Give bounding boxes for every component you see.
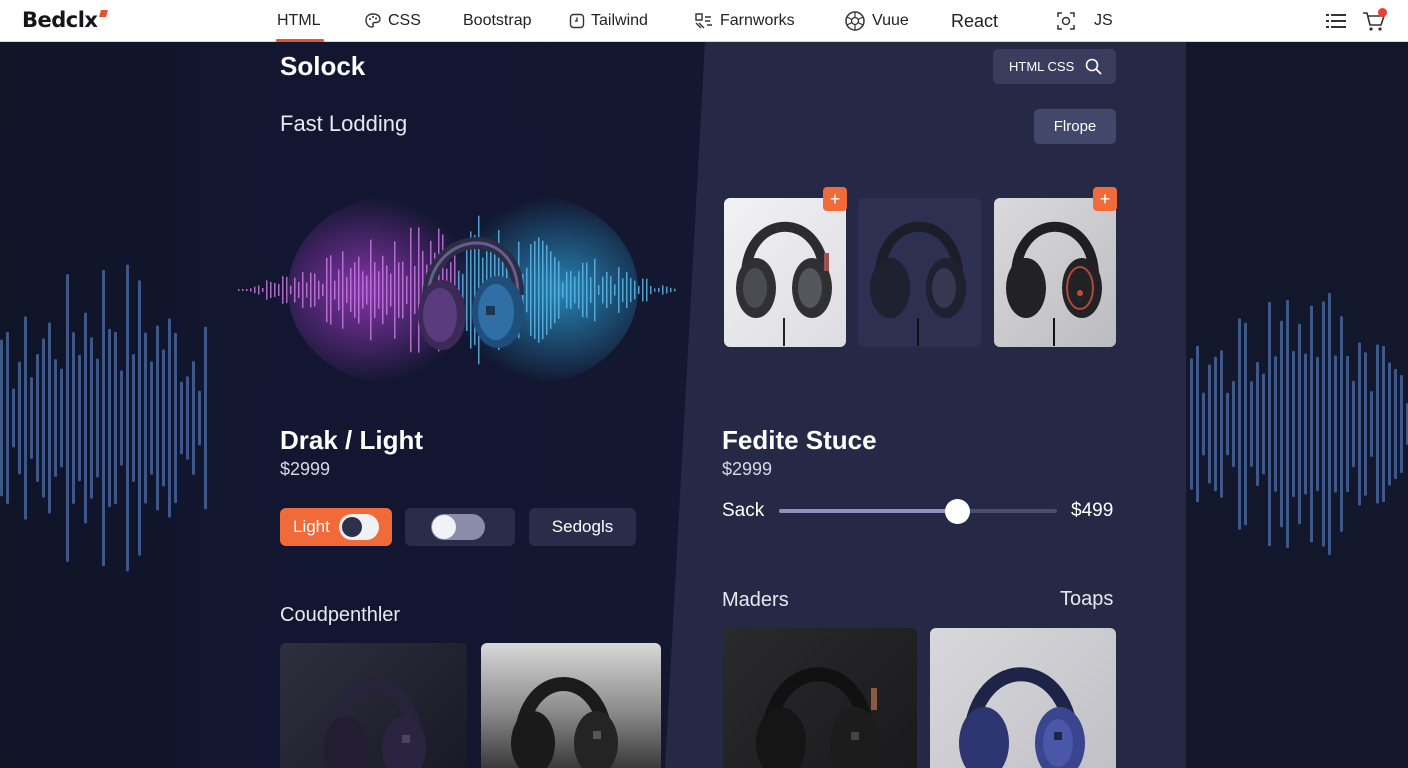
nav-item-label: HTML <box>277 12 321 29</box>
nav-item-label: Vuue <box>872 12 909 29</box>
nav-item-html[interactable]: HTML <box>277 0 321 42</box>
toggle-knob <box>342 517 362 537</box>
frameworks-icon <box>695 13 712 29</box>
price-slider-track[interactable] <box>779 509 1057 513</box>
nav-item-label: JS <box>1094 12 1113 29</box>
nav-item-tailwind[interactable]: Tailwind <box>569 0 648 42</box>
dark-mode-toggle[interactable] <box>431 514 485 540</box>
product-thumbnail-1[interactable] <box>724 198 846 347</box>
nav-item-bootstrap[interactable]: Bootstrap <box>463 0 531 42</box>
js-icon <box>1057 12 1075 30</box>
cart-notification-badge <box>1378 8 1387 17</box>
product-thumbnail-2[interactable] <box>858 198 981 347</box>
headphone-image <box>870 221 966 346</box>
light-mode-label: Light <box>293 517 330 536</box>
section-heading-right[interactable]: Toaps <box>1060 588 1113 611</box>
vue-icon <box>845 11 865 31</box>
page-subtitle: Fast Lodding <box>280 111 408 136</box>
price-slider-label: Sack <box>722 500 765 521</box>
tailwind-icon <box>569 13 585 29</box>
headphone-image <box>324 678 426 768</box>
nav-item-label: CSS <box>388 12 421 29</box>
menu-icon[interactable] <box>1326 13 1346 29</box>
settings-button[interactable]: Sedogls <box>529 508 636 546</box>
search-icon[interactable] <box>1085 58 1102 75</box>
settings-button-label: Sedogls <box>551 517 614 536</box>
product-price: $2999 <box>722 459 773 479</box>
nav-item-label: Farnworks <box>720 12 795 29</box>
hero-headphone-image <box>238 195 676 385</box>
headphone-image <box>756 667 880 768</box>
headphone-image <box>959 667 1085 768</box>
nav-item-react[interactable]: React <box>951 0 998 42</box>
product-card-monochrome[interactable] <box>481 643 661 768</box>
nav-item-css[interactable]: CSS <box>364 0 421 42</box>
headphone-image <box>1006 221 1102 346</box>
section-heading-left: Maders <box>722 589 789 611</box>
product-card-black[interactable] <box>723 628 917 768</box>
logo-mark-icon <box>99 10 108 17</box>
brand-logo[interactable]: Bedclx <box>22 8 98 32</box>
toggle-knob <box>432 515 456 539</box>
palette-icon <box>365 13 381 28</box>
price-slider-thumb[interactable] <box>944 499 970 524</box>
nav-item-label: Bootstrap <box>463 12 532 29</box>
region-button-label: Flrope <box>1053 118 1097 135</box>
price-slider-value: $499 <box>1071 500 1114 521</box>
soundwave-decoration <box>0 264 1408 572</box>
light-mode-toggle[interactable] <box>339 514 379 540</box>
product-card-blue[interactable] <box>930 628 1116 768</box>
gallery-heading: Coudpenthler <box>280 604 401 626</box>
page: Bedclx HTML CSS Bootstrap Tailwind Farnw… <box>0 0 1408 768</box>
active-nav-indicator <box>276 39 324 42</box>
price-slider-fill <box>779 509 957 513</box>
theme-price: $2999 <box>280 459 331 479</box>
page-title: Solock <box>280 51 366 81</box>
nav-item-label: Tailwind <box>591 12 648 29</box>
nav-item-label: React <box>951 10 999 31</box>
headphone-image <box>736 221 832 346</box>
nav-item-js[interactable]: JS <box>1056 0 1113 42</box>
theme-heading: Drak / Light <box>280 425 424 455</box>
product-thumbnail-3[interactable] <box>994 198 1116 347</box>
region-button[interactable]: Flrope <box>1034 109 1116 144</box>
add-to-cart-button[interactable]: + <box>823 187 847 211</box>
add-to-cart-button[interactable]: + <box>1093 187 1117 211</box>
product-card-dark[interactable] <box>280 643 467 768</box>
nav-item-frameworks[interactable]: Farnworks <box>694 0 795 42</box>
nav-item-vue[interactable]: Vuue <box>844 0 909 42</box>
search-input-text: HTML CSS <box>1009 59 1075 74</box>
product-heading: Fedite Stuce <box>722 425 877 455</box>
headphone-image <box>511 677 618 768</box>
top-navigation-bar: Bedclx HTML CSS Bootstrap Tailwind Farnw… <box>0 0 1408 42</box>
